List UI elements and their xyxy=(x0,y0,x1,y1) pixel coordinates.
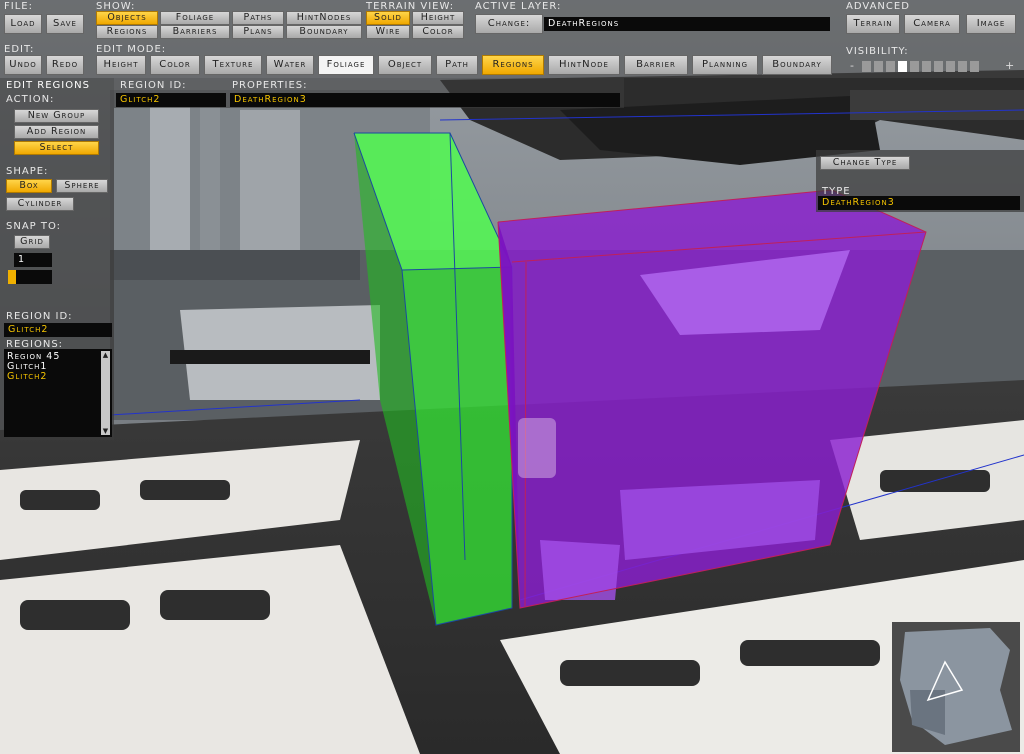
visibility-slider[interactable] xyxy=(862,61,1002,73)
region-id-label: Region ID: xyxy=(6,311,73,322)
shape-cylinder-button[interactable]: Cylinder xyxy=(6,197,74,211)
mode-regions-button[interactable]: Regions xyxy=(482,55,544,75)
shape-sphere-button[interactable]: Sphere xyxy=(56,179,108,193)
list-item-selected[interactable]: Glitch2 xyxy=(7,371,47,382)
shape-label: Shape: xyxy=(6,166,49,177)
visibility-minus[interactable]: - xyxy=(850,59,854,72)
show-barriers-button[interactable]: Barriers xyxy=(160,25,230,39)
show-paths-button[interactable]: Paths xyxy=(232,11,284,25)
edit-mode-label: Edit Mode: xyxy=(96,44,167,55)
terrain-solid-button[interactable]: Solid xyxy=(366,11,410,25)
scroll-down-icon[interactable]: ▼ xyxy=(101,427,110,435)
region-id-field[interactable]: Glitch2 xyxy=(4,323,112,337)
mode-color-button[interactable]: Color xyxy=(150,55,200,75)
advanced-camera-button[interactable]: Camera xyxy=(904,14,960,34)
snap-to-label: Snap To: xyxy=(6,221,62,232)
select-button[interactable]: Select xyxy=(14,141,99,155)
show-regions-button[interactable]: Regions xyxy=(96,25,158,39)
add-region-button[interactable]: Add Region xyxy=(14,125,99,139)
snap-slider[interactable] xyxy=(8,270,52,284)
advanced-terrain-button[interactable]: Terrain xyxy=(846,14,900,34)
regions-scrollbar[interactable]: ▲ ▼ xyxy=(101,351,110,435)
file-label: File: xyxy=(4,1,33,12)
terrain-color-button[interactable]: Color xyxy=(412,25,464,39)
minimap[interactable] xyxy=(892,622,1020,752)
header-region-id-field[interactable]: Glitch2 xyxy=(116,93,226,107)
mode-height-button[interactable]: Height xyxy=(96,55,146,75)
mode-hintnode-button[interactable]: HintNode xyxy=(548,55,620,75)
header-region-id-label: Region ID: xyxy=(120,80,187,91)
terrain-wire-button[interactable]: Wire xyxy=(366,25,410,39)
visibility-label: Visibility: xyxy=(846,46,909,57)
mode-barrier-button[interactable]: Barrier xyxy=(624,55,688,75)
show-plans-button[interactable]: Plans xyxy=(232,25,284,39)
properties-label: Properties: xyxy=(232,80,308,91)
mode-foliage-button[interactable]: Foliage xyxy=(318,55,374,75)
change-layer-button[interactable]: Change: xyxy=(475,14,543,34)
active-layer-label: Active Layer: xyxy=(475,1,562,12)
viewport-3d[interactable] xyxy=(0,0,1024,754)
terrain-height-button[interactable]: Height xyxy=(412,11,464,25)
shape-box-button[interactable]: Box xyxy=(6,179,52,193)
show-foliage-button[interactable]: Foliage xyxy=(160,11,230,25)
snap-value-field[interactable]: 1 xyxy=(14,253,52,267)
mode-water-button[interactable]: Water xyxy=(266,55,314,75)
mode-boundary-button[interactable]: Boundary xyxy=(762,55,832,75)
show-hintnodes-button[interactable]: HintNodes xyxy=(286,11,362,25)
type-field[interactable]: DeathRegion3 xyxy=(818,196,1020,210)
mode-object-button[interactable]: Object xyxy=(378,55,432,75)
snap-grid-button[interactable]: Grid xyxy=(14,235,50,249)
save-button[interactable]: Save xyxy=(46,14,84,34)
scroll-up-icon[interactable]: ▲ xyxy=(101,351,110,359)
advanced-label: Advanced xyxy=(846,1,910,12)
left-panel-title: Edit Regions xyxy=(6,80,90,91)
properties-field[interactable]: DeathRegion3 xyxy=(230,93,620,107)
load-button[interactable]: Load xyxy=(4,14,42,34)
new-group-button[interactable]: New Group xyxy=(14,109,99,123)
active-layer-field: DeathRegions xyxy=(544,17,830,31)
change-type-button[interactable]: Change Type xyxy=(820,156,910,170)
show-objects-button[interactable]: Objects xyxy=(96,11,158,25)
mode-texture-button[interactable]: Texture xyxy=(204,55,262,75)
regions-list[interactable]: Region 45 Glitch1 Glitch2 ▲ ▼ xyxy=(4,349,112,437)
mode-path-button[interactable]: Path xyxy=(436,55,478,75)
undo-button[interactable]: Undo xyxy=(4,55,42,75)
action-label: Action: xyxy=(6,94,55,105)
ghost-object xyxy=(518,418,556,478)
redo-button[interactable]: Redo xyxy=(46,55,84,75)
advanced-image-button[interactable]: Image xyxy=(966,14,1016,34)
show-boundary-button[interactable]: Boundary xyxy=(286,25,362,39)
edit-label: Edit: xyxy=(4,44,35,55)
mode-planning-button[interactable]: Planning xyxy=(692,55,758,75)
visibility-plus[interactable]: + xyxy=(1005,59,1014,72)
